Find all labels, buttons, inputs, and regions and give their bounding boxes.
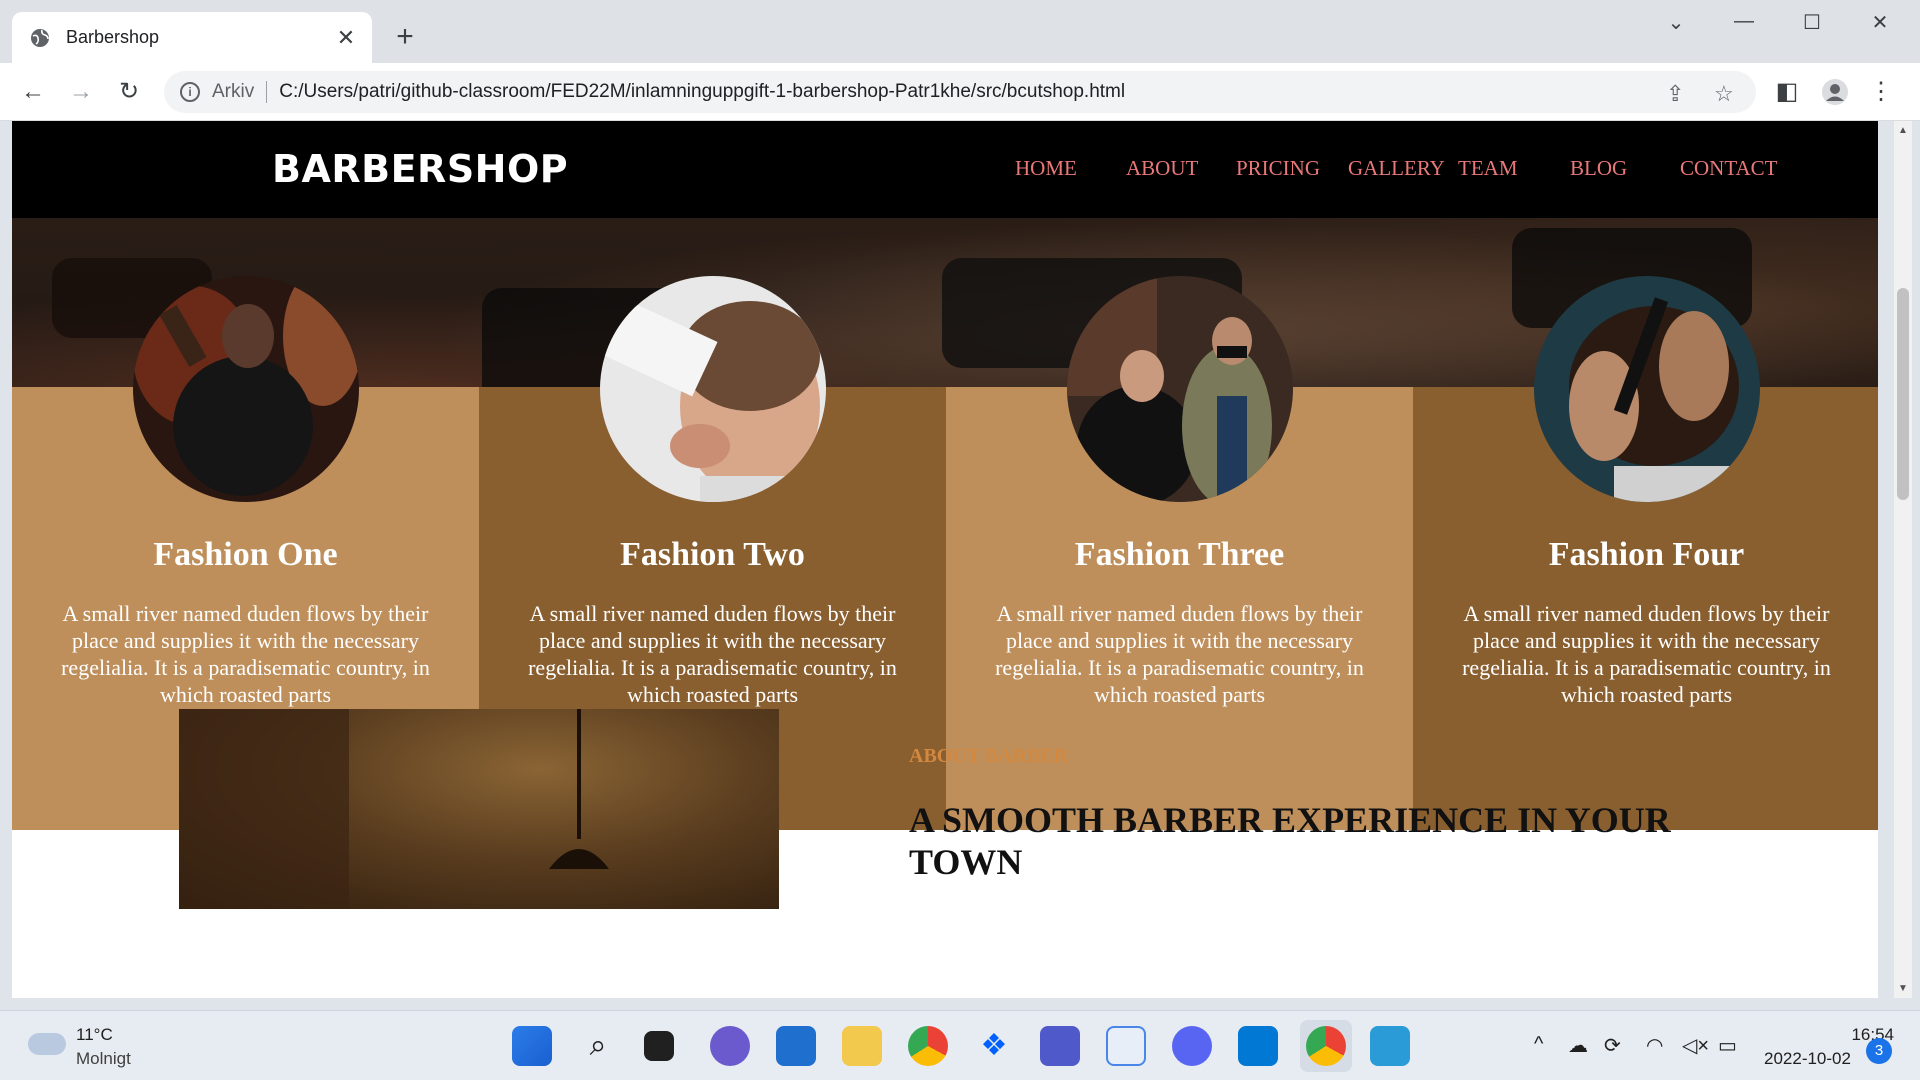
- feature-photo-4: [1534, 276, 1760, 502]
- nav-blog[interactable]: BLOG: [1570, 156, 1627, 181]
- sync-icon[interactable]: ⟳: [1604, 1033, 1621, 1058]
- address-chip: Arkiv: [212, 81, 268, 103]
- feature-text-2: A small river named duden flows by their…: [528, 601, 897, 707]
- side-panel-icon[interactable]: ◧: [1772, 77, 1802, 107]
- bookmark-star-icon[interactable]: ☆: [1714, 81, 1734, 107]
- site-header: BARBERSHOP HOME ABOUT PRICING GALLERY TE…: [12, 121, 1878, 218]
- close-window-button[interactable]: ✕: [1860, 10, 1900, 40]
- nav-home[interactable]: HOME: [1015, 156, 1077, 181]
- new-tab-button[interactable]: +: [390, 22, 420, 52]
- feature-photo-3: [1067, 276, 1293, 502]
- mute-icon[interactable]: ◁×: [1682, 1033, 1709, 1058]
- site-info-icon[interactable]: i: [180, 82, 200, 102]
- chrome-icon[interactable]: [908, 1026, 948, 1066]
- scrollbar-thumb[interactable]: [1897, 288, 1909, 500]
- notepad-icon[interactable]: [1370, 1026, 1410, 1066]
- feature-title-2: Fashion Two: [620, 536, 805, 573]
- wifi-icon[interactable]: ◠: [1646, 1033, 1663, 1058]
- forward-button[interactable]: →: [66, 77, 96, 107]
- task-view-icon[interactable]: [644, 1031, 674, 1061]
- url-text[interactable]: C:/Users/patri/github-classroom/FED22M/i…: [279, 81, 1125, 103]
- notification-badge[interactable]: 3: [1866, 1038, 1892, 1064]
- clock-date[interactable]: 2022-10-02: [1764, 1049, 1851, 1069]
- feature-title-4: Fashion Four: [1548, 536, 1745, 573]
- file-explorer-icon[interactable]: [842, 1026, 882, 1066]
- globe-icon: [31, 28, 49, 47]
- feature-photo-1: [133, 276, 359, 502]
- discord-icon[interactable]: [1172, 1026, 1212, 1066]
- feature-title-3: Fashion Three: [1074, 536, 1285, 573]
- nav-gallery[interactable]: GALLERY: [1348, 156, 1445, 181]
- teams-icon[interactable]: [1040, 1026, 1080, 1066]
- feature-text-4: A small river named duden flows by their…: [1462, 601, 1831, 707]
- menu-kebab-icon[interactable]: ⋮: [1866, 77, 1896, 107]
- feature-title-1: Fashion One: [153, 536, 338, 573]
- reload-button[interactable]: ↻: [114, 77, 144, 107]
- scroll-up-icon[interactable]: ▲: [1894, 125, 1912, 136]
- chrome-active-icon[interactable]: [1300, 1020, 1352, 1072]
- about-kicker: ABOUT BARBER: [909, 745, 1069, 767]
- cloud-icon[interactable]: [28, 1033, 66, 1055]
- chat-icon[interactable]: [710, 1026, 750, 1066]
- browser-toolbar: ← → ↻ i Arkiv C:/Users/patri/github-clas…: [0, 63, 1920, 121]
- scroll-down-icon[interactable]: ▼: [1894, 983, 1912, 994]
- onedrive-icon[interactable]: ☁: [1568, 1033, 1588, 1058]
- profile-avatar[interactable]: [1820, 77, 1850, 107]
- browser-tabstrip: Barbershop ✕ + ⌄ — ☐ ✕: [0, 0, 1920, 63]
- store-icon[interactable]: [776, 1026, 816, 1066]
- search-icon[interactable]: ⌕: [578, 1026, 618, 1066]
- nav-team[interactable]: TEAM: [1458, 156, 1518, 181]
- address-bar[interactable]: i Arkiv C:/Users/patri/github-classroom/…: [164, 71, 1756, 113]
- nav-about[interactable]: ABOUT: [1126, 156, 1198, 181]
- weather-temperature[interactable]: 11°C: [76, 1025, 113, 1045]
- feature-text-1: A small river named duden flows by their…: [61, 601, 430, 707]
- about-image: [179, 709, 779, 909]
- vscode-icon[interactable]: [1238, 1026, 1278, 1066]
- weather-description[interactable]: Molnigt: [76, 1049, 131, 1069]
- app-icon[interactable]: [1106, 1026, 1146, 1066]
- tab-search-icon[interactable]: ⌄: [1656, 10, 1696, 40]
- minimize-button[interactable]: —: [1724, 10, 1764, 40]
- nav-contact[interactable]: CONTACT: [1680, 156, 1777, 181]
- chevron-up-icon[interactable]: ^: [1534, 1033, 1543, 1056]
- maximize-button[interactable]: ☐: [1792, 10, 1832, 40]
- feature-text-3: A small river named duden flows by their…: [995, 601, 1364, 707]
- feature-photo-2: [600, 276, 826, 502]
- tab-close-icon[interactable]: ✕: [334, 25, 358, 51]
- site-logo[interactable]: BARBERSHOP: [272, 147, 568, 191]
- nav-pricing[interactable]: PRICING: [1236, 156, 1320, 181]
- back-button[interactable]: ←: [18, 77, 48, 107]
- windows-start-icon[interactable]: [512, 1026, 552, 1066]
- battery-icon[interactable]: ▭: [1718, 1033, 1737, 1058]
- about-title: A SMOOTH BARBER EXPERIENCE IN YOUR TOWN: [909, 800, 1671, 882]
- page-viewport: BARBERSHOP HOME ABOUT PRICING GALLERY TE…: [12, 121, 1878, 998]
- taskbar: 11°C Molnigt ⌕ ❖ ^ ☁ ⟳ ◠ ◁× ▭ 16:54 2022…: [0, 1010, 1920, 1080]
- browser-tab[interactable]: Barbershop ✕: [12, 12, 372, 63]
- page-scrollbar[interactable]: ▲ ▼: [1894, 121, 1912, 998]
- dropbox-icon[interactable]: ❖: [974, 1026, 1014, 1066]
- share-icon[interactable]: ⇪: [1666, 81, 1684, 107]
- tab-title: Barbershop: [66, 27, 160, 47]
